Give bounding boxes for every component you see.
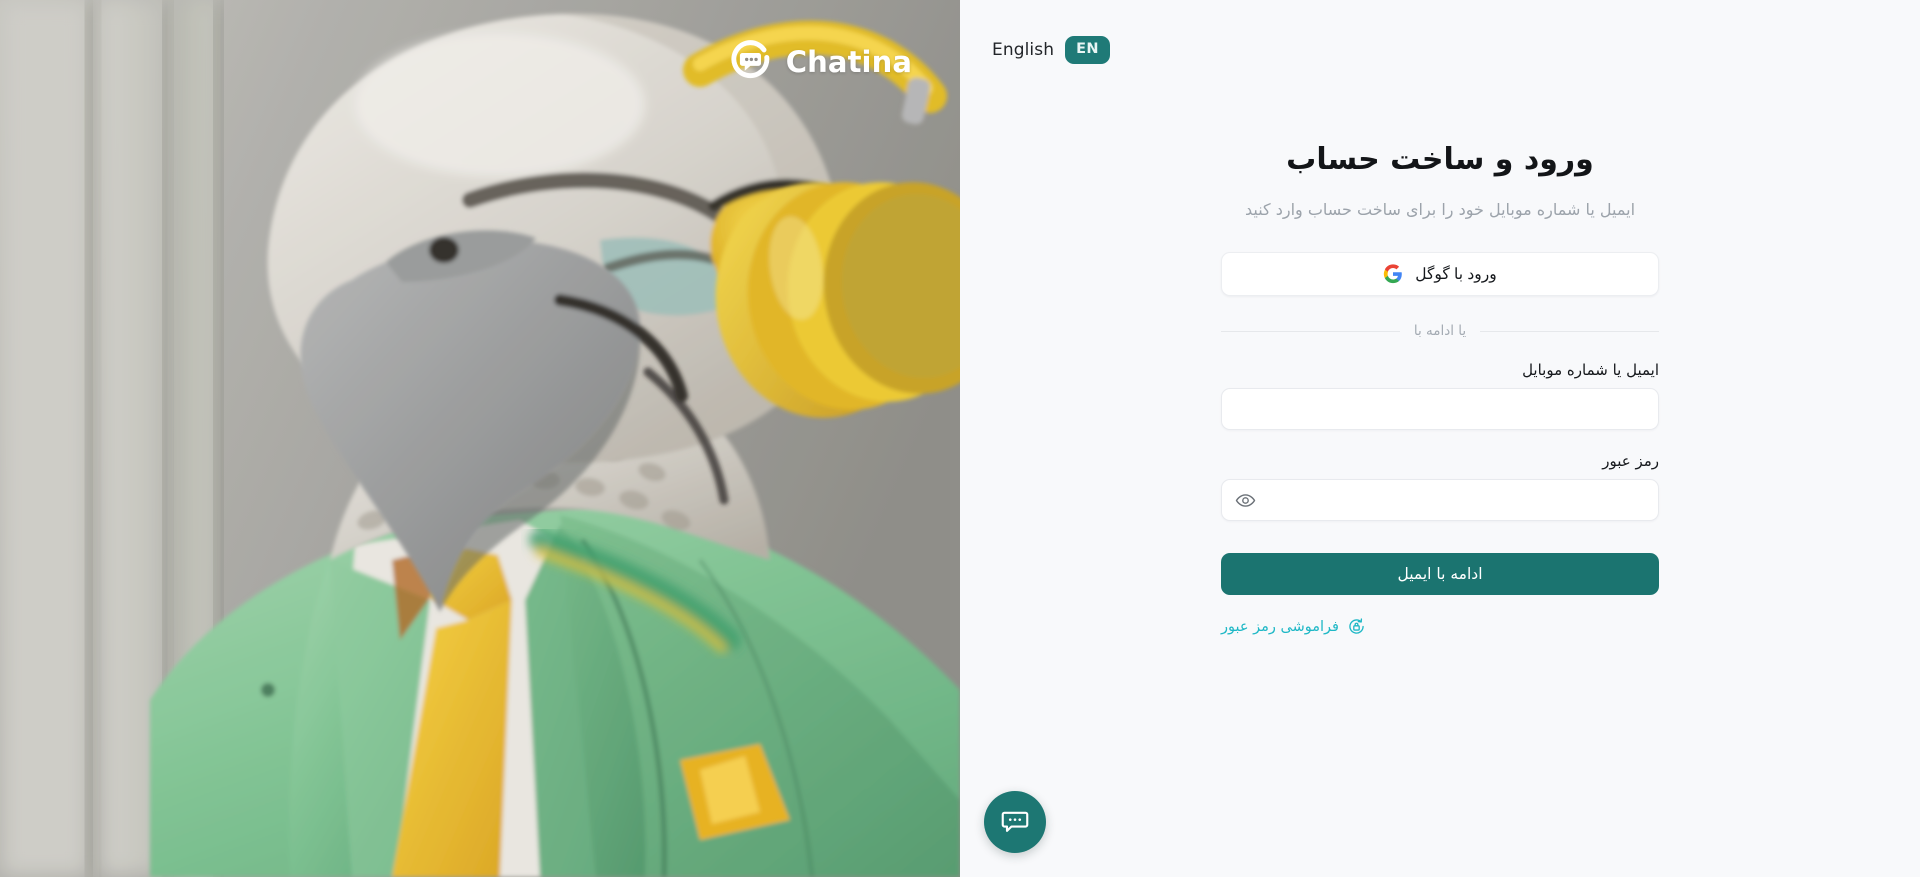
language-switcher[interactable]: English EN <box>992 36 1110 64</box>
password-field-group: رمز عبور <box>1221 452 1659 522</box>
identifier-field-group: ایمیل یا شماره موبایل <box>1221 361 1659 431</box>
page-subtitle: ایمیل یا شماره موبایل خود را برای ساخت ح… <box>1244 199 1636 219</box>
parrot-illustration <box>0 0 960 877</box>
login-page: English EN ورود و ساخت حساب ایمیل یا شما… <box>0 0 1920 877</box>
divider-line-right <box>1480 330 1659 332</box>
divider-label: یا ادامه با <box>1413 323 1467 340</box>
password-input-shell[interactable] <box>1221 479 1659 522</box>
forgot-password-link[interactable]: فراموشی رمز عبور <box>1221 617 1366 636</box>
eye-icon <box>1235 493 1255 507</box>
forgot-password-label: فراموشی رمز عبور <box>1221 618 1339 635</box>
illustration-panel: Chatina <box>0 0 960 877</box>
identifier-input[interactable] <box>1222 389 1658 430</box>
divider-line-left <box>1221 330 1400 332</box>
chat-bubble-icon <box>1001 811 1029 832</box>
chat-widget-button[interactable] <box>984 791 1046 853</box>
password-input[interactable] <box>1222 480 1658 521</box>
chatina-logo-icon <box>731 40 770 79</box>
identifier-label: ایمیل یا شماره موبایل <box>1522 361 1659 380</box>
divider: یا ادامه با <box>1221 323 1659 339</box>
password-label: رمز عبور <box>1602 452 1659 471</box>
google-signin-button[interactable]: ورود با گوگل <box>1221 252 1659 297</box>
auth-panel: English EN ورود و ساخت حساب ایمیل یا شما… <box>960 0 1920 877</box>
continue-with-email-button[interactable]: ادامه با ایمیل <box>1221 553 1659 596</box>
google-signin-label: ورود با گوگل <box>1415 265 1497 283</box>
page-title: ورود و ساخت حساب <box>1286 142 1594 177</box>
identifier-input-shell[interactable] <box>1221 388 1659 431</box>
language-code-badge: EN <box>1065 36 1110 64</box>
google-logo-icon <box>1384 264 1403 284</box>
password-visibility-toggle[interactable] <box>1234 489 1256 511</box>
forgot-password-row: فراموشی رمز عبور <box>1221 617 1659 636</box>
brand-name: Chatina <box>785 45 912 79</box>
auth-form: ورود و ساخت حساب ایمیل یا شماره موبایل خ… <box>1221 140 1659 636</box>
brand-logo: Chatina <box>729 40 912 84</box>
lock-reset-icon <box>1349 618 1364 634</box>
language-label: English <box>992 39 1055 60</box>
